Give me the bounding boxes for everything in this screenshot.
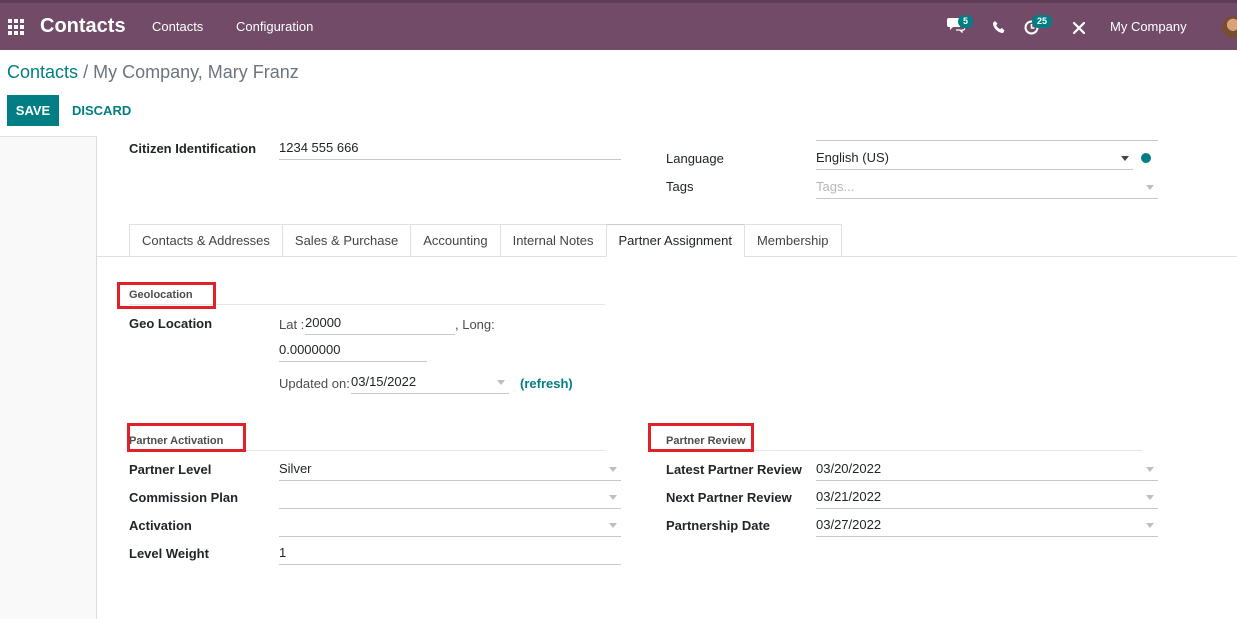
updated-on-prefix: Updated on: — [279, 376, 350, 391]
partner-level-label: Partner Level — [129, 462, 212, 477]
geo-updated-date-input[interactable]: 03/15/2022 — [351, 372, 509, 394]
citizen-identification-field[interactable]: 1234 555 666 — [279, 138, 621, 160]
chevron-down-icon — [609, 495, 617, 500]
tab-contacts-addresses[interactable]: Contacts & Addresses — [129, 224, 282, 257]
latest-partner-review-date[interactable]: 03/20/2022 — [816, 459, 1158, 481]
chevron-down-icon — [1146, 523, 1154, 528]
company-switcher[interactable]: My Company — [1110, 19, 1187, 34]
tab-partner-assignment[interactable]: Partner Assignment — [605, 224, 744, 257]
menu-contacts[interactable]: Contacts — [152, 19, 203, 34]
breadcrumb-separator: / — [83, 62, 89, 82]
breadcrumb-contacts[interactable]: Contacts — [7, 62, 78, 82]
notebook-tabs: Contacts & Addresses Sales & Purchase Ac… — [129, 224, 842, 257]
geo-location-label: Geo Location — [129, 316, 213, 331]
debug-tools-icon[interactable] — [1072, 21, 1086, 38]
discard-button[interactable]: DISCARD — [66, 95, 137, 126]
language-label: Language — [666, 151, 724, 166]
citizen-identification-label: Citizen Identification — [129, 141, 257, 156]
longitude-input[interactable]: 0.0000000 — [279, 340, 427, 362]
tab-accounting[interactable]: Accounting — [410, 224, 500, 257]
level-weight-label: Level Weight — [129, 546, 209, 561]
tags-label: Tags — [666, 179, 694, 194]
top-navbar: Contacts Contacts Configuration 5 25 My … — [0, 0, 1237, 50]
lat-prefix: Lat : — [279, 317, 305, 332]
save-button[interactable]: SAVE — [7, 95, 59, 126]
chevron-down-icon — [1146, 185, 1154, 190]
latitude-input[interactable]: 20000 — [305, 313, 455, 335]
chevron-down-icon — [1121, 156, 1129, 161]
language-select[interactable]: English (US) — [816, 148, 1133, 170]
chevron-down-icon — [609, 467, 617, 472]
tab-internal-notes[interactable]: Internal Notes — [499, 224, 606, 257]
partner-review-highlight-box — [648, 423, 754, 452]
chevron-down-icon — [497, 380, 505, 385]
activation-label: Activation — [129, 518, 192, 533]
messages-badge: 5 — [958, 15, 974, 28]
breadcrumb: Contacts / My Company, Mary Franz — [7, 62, 299, 83]
app-name[interactable]: Contacts — [40, 15, 126, 38]
phone-icon[interactable] — [993, 21, 1005, 37]
partnership-date-input[interactable]: 03/27/2022 — [816, 515, 1158, 537]
field-above-language[interactable] — [816, 130, 1158, 141]
breadcrumb-current: My Company, Mary Franz — [93, 62, 299, 82]
partner-level-select[interactable]: Silver — [279, 459, 621, 481]
activation-select[interactable] — [279, 515, 621, 537]
long-prefix: , Long: — [455, 317, 495, 332]
commission-plan-label: Commission Plan — [129, 490, 239, 505]
tab-sales-purchase[interactable]: Sales & Purchase — [281, 224, 411, 257]
partner-activation-highlight-box — [127, 423, 246, 452]
tab-membership[interactable]: Membership — [743, 224, 842, 257]
level-weight-input[interactable]: 1 — [279, 543, 621, 565]
next-partner-review-label: Next Partner Review — [666, 490, 792, 505]
activities-badge: 25 — [1032, 15, 1053, 28]
geolocation-highlight-box — [117, 282, 216, 309]
user-avatar[interactable] — [1222, 16, 1237, 38]
chevron-down-icon — [1146, 467, 1154, 472]
partnership-date-label: Partnership Date — [666, 518, 771, 533]
menu-configuration[interactable]: Configuration — [236, 19, 313, 34]
globe-icon[interactable] — [1141, 153, 1151, 163]
app-menu-icon[interactable] — [8, 19, 24, 35]
next-partner-review-date[interactable]: 03/21/2022 — [816, 487, 1158, 509]
chevron-down-icon — [609, 523, 617, 528]
commission-plan-select[interactable] — [279, 487, 621, 509]
refresh-geolocation-link[interactable]: (refresh) — [520, 376, 573, 391]
chevron-down-icon — [1146, 495, 1154, 500]
tags-input[interactable]: Tags... — [816, 177, 1158, 199]
latest-partner-review-label: Latest Partner Review — [666, 462, 802, 477]
form-sheet — [96, 136, 1237, 619]
